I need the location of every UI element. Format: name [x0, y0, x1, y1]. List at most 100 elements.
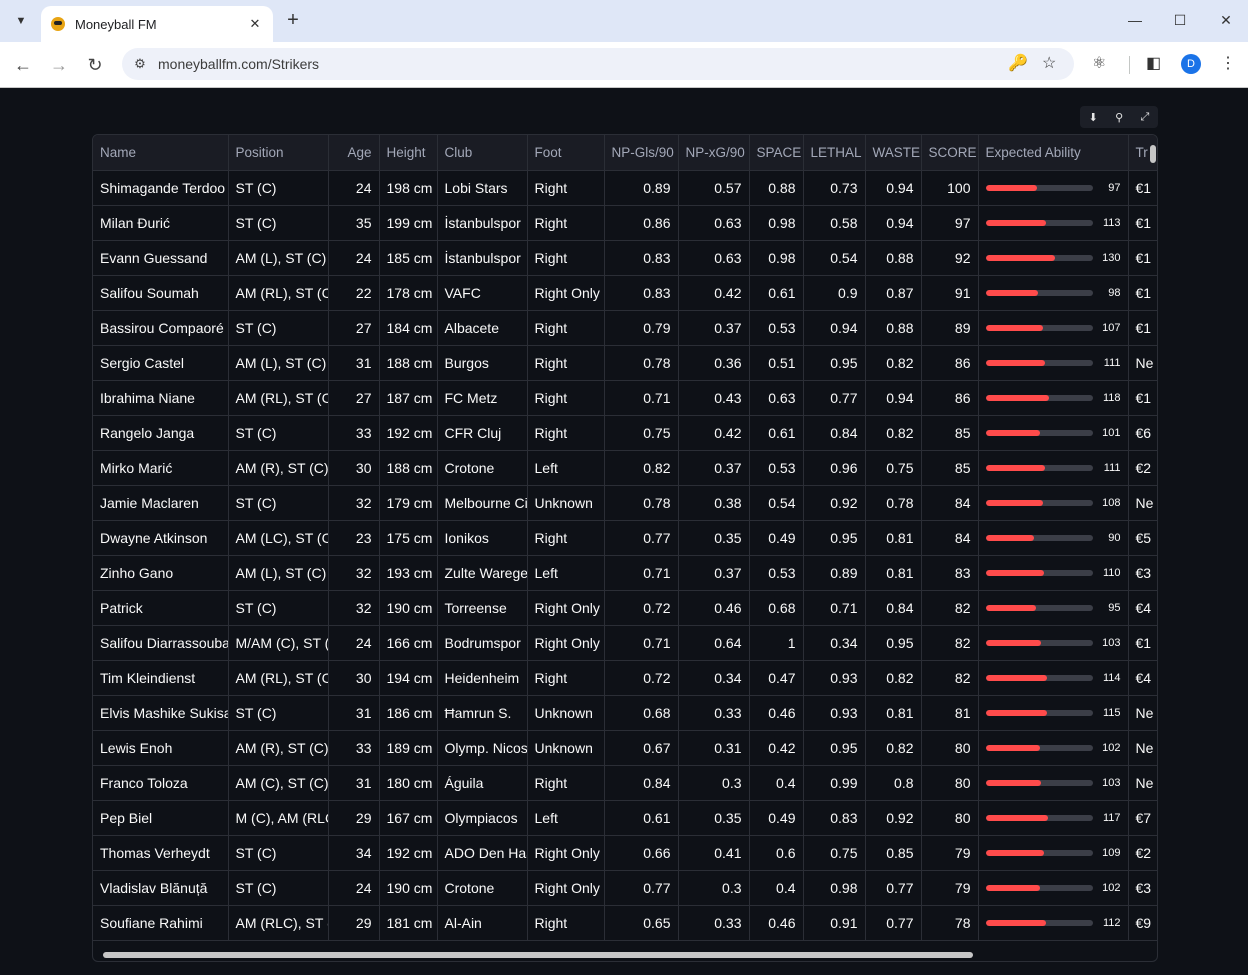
- cell-npxg: 0.33: [678, 905, 750, 941]
- column-header[interactable]: Age: [328, 135, 380, 171]
- cell-ability: 97: [978, 170, 1129, 206]
- cell-club: Águila: [437, 765, 528, 801]
- maximize-icon[interactable]: ☐: [1165, 8, 1195, 32]
- forward-arrow-icon[interactable]: →: [45, 51, 73, 79]
- cell-position: ST (C): [228, 205, 329, 241]
- side-panel-icon[interactable]: ◧: [1146, 54, 1161, 74]
- column-header[interactable]: Expected Ability: [978, 135, 1129, 171]
- cell-lethal: 0.89: [803, 555, 866, 591]
- password-key-icon[interactable]: 🔑: [1008, 55, 1028, 73]
- cell-ability: 111: [978, 345, 1129, 381]
- tab-close-icon[interactable]: ✕: [245, 14, 265, 34]
- cell-score: 92: [921, 240, 979, 276]
- cell-foot: Right: [527, 765, 605, 801]
- table-row[interactable]: Pep BielM (C), AM (RLC),29167 cmOlympiac…: [93, 800, 1157, 836]
- table-row[interactable]: Tim Kleindienst AM (RL), ST (C) 30 194 cm He…: [93, 660, 1157, 696]
- column-header[interactable]: Name: [93, 135, 229, 171]
- horizontal-scroll-thumb[interactable]: [103, 952, 973, 958]
- cell-height: 179 cm: [379, 485, 438, 521]
- table-row[interactable]: Salifou DiarrassoubaM/AM (C), ST (C)2416…: [93, 625, 1157, 661]
- back-arrow-icon[interactable]: ←: [9, 51, 37, 79]
- table-row[interactable]: Bassirou Compaoré ST (C) 27 184 cm Albacete R…: [93, 310, 1157, 346]
- cell-foot: Right: [527, 345, 605, 381]
- column-header[interactable]: NP-Gls/90: [604, 135, 679, 171]
- profile-avatar[interactable]: D: [1181, 54, 1201, 74]
- table-row[interactable]: Patrick ST (C) 32 190 cm Torreense Right Only…: [93, 590, 1157, 626]
- cell-score: 80: [921, 800, 979, 836]
- column-header[interactable]: SPACE: [749, 135, 804, 171]
- site-settings-icon[interactable]: ⚙: [132, 56, 148, 72]
- address-bar[interactable]: ⚙ moneyballfm.com/Strikers 🔑 ☆: [122, 48, 1074, 80]
- column-header[interactable]: Club: [437, 135, 528, 171]
- cell-npgls: 0.77: [604, 870, 679, 906]
- reload-icon[interactable]: ↻: [81, 51, 109, 79]
- cell-club: Zulte Waregem: [437, 555, 528, 591]
- ability-bar-fill: [985, 744, 1041, 751]
- ability-bar: [985, 499, 1093, 506]
- cell-name: Salifou Soumah: [93, 275, 229, 311]
- cell-npxg: 0.43: [678, 380, 750, 416]
- tab-search-chevron-icon[interactable]: ▼: [8, 8, 34, 34]
- column-header[interactable]: Foot: [527, 135, 605, 171]
- table-row[interactable]: Lewis Enoh AM (R), ST (C) 33 189 cm Olymp. N…: [93, 730, 1157, 766]
- column-header[interactable]: NP-xG/90: [678, 135, 750, 171]
- cell-age: 32: [328, 555, 380, 591]
- table-row[interactable]: Rangelo Janga ST (C) 33 192 cm CFR Cluj Right…: [93, 415, 1157, 451]
- table-row[interactable]: Ibrahima Niane AM (RL), ST (C) 27 187 cm FC …: [93, 380, 1157, 416]
- column-header[interactable]: Position: [228, 135, 329, 171]
- horizontal-scrollbar[interactable]: [95, 951, 1145, 959]
- table-row[interactable]: Mirko Marić AM (R), ST (C) 30 188 cm Crotone…: [93, 450, 1157, 486]
- column-header[interactable]: SCORE: [921, 135, 979, 171]
- extensions-puzzle-icon[interactable]: ⚛: [1092, 54, 1106, 74]
- cell-foot: Unknown: [527, 695, 605, 731]
- cell-age: 32: [328, 590, 380, 626]
- cell-club: Lobi Stars: [437, 170, 528, 206]
- vertical-scroll-thumb[interactable]: [1150, 145, 1156, 163]
- table-row[interactable]: Franco Toloza AM (C), ST (C) 31 180 cm Águil…: [93, 765, 1157, 801]
- cell-foot: Right: [527, 905, 605, 941]
- table-row[interactable]: Evann Guessand AM (L), ST (C) 24 185 cm İsta…: [93, 240, 1157, 276]
- cell-position: ST (C): [228, 695, 329, 731]
- download-icon[interactable]: ⬇: [1089, 111, 1098, 124]
- cell-space: 0.4: [749, 870, 804, 906]
- cell-lethal: 0.94: [803, 310, 866, 346]
- table-row[interactable]: Elvis Mashike Sukisa ST (C) 31 186 cm Ħamrun…: [93, 695, 1157, 731]
- column-header[interactable]: WASTE: [865, 135, 922, 171]
- menu-kebab-icon[interactable]: ⋮: [1220, 54, 1236, 74]
- vertical-scrollbar[interactable]: [1148, 137, 1156, 949]
- table-row[interactable]: Milan Đurić ST (C) 35 199 cm İstanbulspor Rig…: [93, 205, 1157, 241]
- cell-npgls: 0.71: [604, 555, 679, 591]
- table-row[interactable]: Shimagande Terdoo ST (C) 24 198 cm Lobi Star…: [93, 170, 1157, 206]
- search-icon[interactable]: ⚲: [1115, 111, 1123, 124]
- table-row[interactable]: Salifou Soumah AM (RL), ST (C) 22 178 cm VAF…: [93, 275, 1157, 311]
- table-row[interactable]: Sergio Castel AM (L), ST (C) 31 188 cm Burgo…: [93, 345, 1157, 381]
- table-row[interactable]: Thomas VerheydtST (C)34192 cmADO Den Haa…: [93, 835, 1157, 871]
- fullscreen-icon[interactable]: ⤢: [1141, 111, 1150, 124]
- bookmark-star-icon[interactable]: ☆: [1042, 55, 1056, 73]
- cell-foot: Right: [527, 415, 605, 451]
- table-row[interactable]: Soufiane RahimiAM (RLC), ST (C)29181 cmA…: [93, 905, 1157, 941]
- table-row[interactable]: Dwayne Atkinson AM (LC), ST (C) 23 175 cm Io…: [93, 520, 1157, 556]
- cell-npgls: 0.89: [604, 170, 679, 206]
- cell-name: Shimagande Terdoo: [93, 170, 229, 206]
- cell-space: 0.42: [749, 730, 804, 766]
- minimize-icon[interactable]: —: [1120, 8, 1150, 32]
- new-tab-plus-icon[interactable]: +: [282, 9, 304, 31]
- table-row[interactable]: Vladislav Blănuță ST (C) 24 190 cm Crotone Ri…: [93, 870, 1157, 906]
- strikers-table[interactable]: Name Position Age Height Club Foot NP-Gls/90 NP…: [92, 134, 1158, 962]
- table-row[interactable]: Zinho Gano AM (L), ST (C) 32 193 cm Zulte Wa…: [93, 555, 1157, 591]
- cell-name: Patrick: [93, 590, 229, 626]
- column-header[interactable]: Height: [379, 135, 438, 171]
- cell-club: Olympiacos: [437, 800, 528, 836]
- ability-value: 95: [1108, 601, 1121, 614]
- table-row[interactable]: Jamie Maclaren ST (C) 32 179 cm Melbourne Ci…: [93, 485, 1157, 521]
- window-close-icon[interactable]: ✕: [1211, 8, 1241, 32]
- cell-waste: 0.78: [865, 485, 922, 521]
- browser-tab[interactable]: Moneyball FM ✕: [41, 6, 273, 42]
- ability-value: 113: [1102, 216, 1121, 229]
- cell-height: 199 cm: [379, 205, 438, 241]
- cell-height: 186 cm: [379, 695, 438, 731]
- url-text[interactable]: moneyballfm.com/Strikers: [158, 56, 319, 72]
- column-header[interactable]: LETHAL: [803, 135, 866, 171]
- cell-space: 0.53: [749, 310, 804, 346]
